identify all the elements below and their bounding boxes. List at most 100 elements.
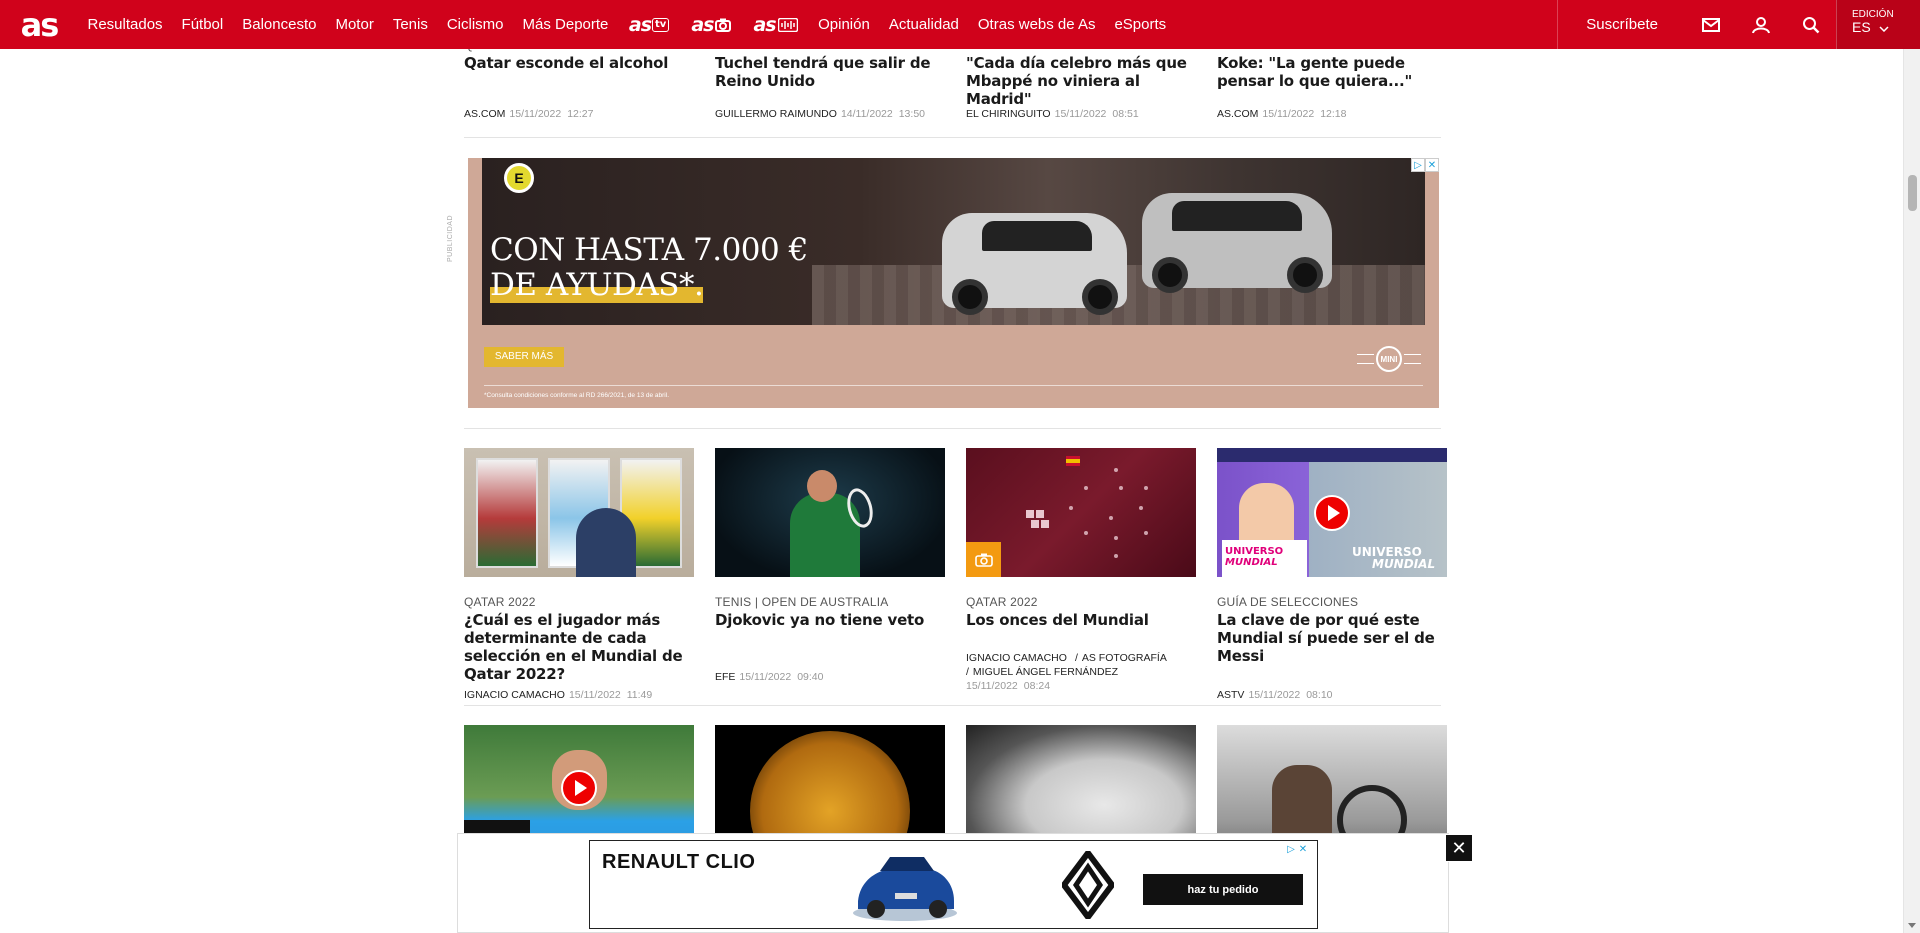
order-button[interactable]: haz tu pedido <box>1143 874 1303 905</box>
news-card[interactable]: SELECCIÓN Koke: "La gente puede pensar l… <box>1217 38 1447 124</box>
news-card[interactable]: UNIVERSO MUNDIAL UNIVERSO MUNDIAL GUÍA DE … <box>1217 448 1447 701</box>
sticky-ad: RENAULT CLIO haz tu pedido ▷ ✕ ✕ <box>457 833 1473 933</box>
as-photo-logo[interactable]: as <box>680 14 742 36</box>
card-author[interactable]: GUILLERMO RAIMUNDO <box>715 108 837 120</box>
card-title[interactable]: ¿Cuál es el jugador más determinante de … <box>464 611 694 683</box>
ad-info-icon[interactable]: ▷ <box>1285 843 1297 855</box>
news-card[interactable]: RONCERO "Cada día celebro más que Mbappé… <box>966 38 1196 124</box>
news-card[interactable]: TENIS | OPEN DE AUSTRALIA Djokovic ya no… <box>715 448 945 688</box>
ad-car-wheel <box>952 279 988 315</box>
play-icon[interactable] <box>1314 495 1350 531</box>
play-icon[interactable] <box>561 770 597 806</box>
ad-label: PUBLICIDAD <box>447 214 454 262</box>
card-author[interactable]: EFE <box>715 671 735 683</box>
card-thumbnail[interactable] <box>715 448 945 577</box>
card-title[interactable]: Qatar esconde el alcohol <box>464 54 668 72</box>
ad-info-icon[interactable]: ▷ <box>1411 158 1425 172</box>
author-separator: / <box>1074 652 1078 664</box>
ad-car-back <box>1142 193 1332 293</box>
news-card[interactable]: QATAR 2022 Qatar esconde el alcohol AS.C… <box>464 38 694 124</box>
card-author[interactable]: ASTV <box>1217 689 1244 701</box>
nav-item-futbol[interactable]: Fútbol <box>172 16 233 33</box>
camera-icon <box>715 18 732 32</box>
card-thumbnail[interactable] <box>966 448 1196 577</box>
card-author[interactable]: IGNACIO CAMACHO <box>966 652 1067 664</box>
mini-logo-badge: MINI <box>1376 346 1402 372</box>
ad-choices[interactable]: ▷ ✕ <box>1285 843 1309 855</box>
as-logo[interactable]: as <box>0 0 78 49</box>
card-meta: EL CHIRINGUITO 15/11/2022 08:51 <box>966 108 1139 120</box>
card-time: 08:51 <box>1112 108 1139 120</box>
ad-divider <box>484 385 1423 386</box>
card-author[interactable]: IGNACIO CAMACHO <box>464 689 565 701</box>
ad-choices[interactable]: ▷ ✕ <box>1411 158 1439 172</box>
astv-logo-text: as <box>628 13 652 36</box>
edition-selector[interactable]: EDICIÓN ES <box>1836 0 1920 49</box>
card-date: 15/11/2022 <box>509 108 562 120</box>
news-card[interactable]: INGLATERRA Tuchel tendrá que salir de Re… <box>715 38 945 124</box>
audio-wave-icon <box>777 17 798 32</box>
nav-item-esports[interactable]: eSports <box>1105 16 1176 33</box>
as-audio-logo[interactable]: as <box>742 14 808 36</box>
nav-item-actualidad[interactable]: Actualidad <box>879 16 968 33</box>
card-player-head <box>807 470 837 502</box>
search-icon[interactable] <box>1786 0 1836 49</box>
close-icon[interactable]: ✕ <box>1297 843 1309 855</box>
close-icon[interactable]: ✕ <box>1445 834 1473 862</box>
scroll-down-icon[interactable] <box>1908 923 1916 928</box>
card-date: 15/11/2022 <box>739 671 792 683</box>
card-title[interactable]: Los onces del Mundial <box>966 611 1196 629</box>
mail-icon[interactable] <box>1686 0 1736 49</box>
ev-badge-icon: E <box>504 163 534 193</box>
page-scrollbar[interactable] <box>1903 0 1920 933</box>
author-separator: / <box>966 666 969 678</box>
subscribe-button[interactable]: Suscríbete <box>1557 0 1686 49</box>
nav-item-motor[interactable]: Motor <box>326 16 383 33</box>
thumb-topbar <box>1217 448 1447 462</box>
renault-ad-title: RENAULT CLIO <box>602 851 756 873</box>
nav-item-tenis[interactable]: Tenis <box>383 16 437 33</box>
nav-item-baloncesto[interactable]: Baloncesto <box>233 16 326 33</box>
ad-car-window <box>1172 201 1302 231</box>
user-icon[interactable] <box>1736 0 1786 49</box>
mini-ad-banner[interactable]: E CON HASTA 7.000 € DE AYUDAS*. SABER MÁ… <box>468 158 1439 408</box>
nav-item-opinion[interactable]: Opinión <box>809 16 880 33</box>
news-card[interactable]: QATAR 2022 Los onces del Mundial IGNACIO… <box>966 448 1196 692</box>
card-author[interactable]: MIGUEL ÁNGEL FERNÁNDEZ <box>973 666 1118 678</box>
ad-cta-button[interactable]: SABER MÁS <box>484 347 564 367</box>
news-card[interactable]: QATAR 2022 ¿Cuál es el jugador más deter… <box>464 448 694 701</box>
nav-item-mas-deporte[interactable]: Más Deporte <box>513 16 618 33</box>
card-title[interactable]: Djokovic ya no tiene veto <box>715 611 945 629</box>
card-sticker <box>476 458 538 568</box>
card-author[interactable]: AS.COM <box>464 108 505 120</box>
ad-fine-print: *Consulta condiciones conforme al RD 266… <box>484 392 670 399</box>
nav-item-ciclismo[interactable]: Ciclismo <box>437 16 513 33</box>
card-author[interactable]: AS.COM <box>1217 108 1258 120</box>
thumb-logo-left-line2: MUNDIAL <box>1225 557 1278 568</box>
nav-item-otras-webs[interactable]: Otras webs de As <box>968 16 1105 33</box>
card-time: 08:24 <box>1023 680 1051 692</box>
top-navigation: as Resultados Fútbol Baloncesto Motor Te… <box>0 0 1920 49</box>
card-title[interactable]: Tuchel tendrá que salir de Reino Unido <box>715 54 945 90</box>
card-time: 12:27 <box>567 108 594 120</box>
card-author[interactable]: AS FOTOGRAFÍA <box>1082 652 1167 664</box>
nav-item-resultados[interactable]: Resultados <box>78 16 172 33</box>
ad-headline: CON HASTA 7.000 € DE AYUDAS*. <box>490 233 808 303</box>
thumb-logo-left: UNIVERSO MUNDIAL <box>1225 546 1283 568</box>
card-author[interactable]: EL CHIRINGUITO <box>966 108 1051 120</box>
nav-right: Suscríbete EDICIÓN ES <box>1557 0 1920 49</box>
renault-ad[interactable]: RENAULT CLIO haz tu pedido ▷ ✕ <box>589 840 1318 929</box>
card-title[interactable]: La clave de por qué este Mundial sí pued… <box>1217 611 1447 665</box>
card-title[interactable]: Koke: "La gente puede pensar lo que quie… <box>1217 54 1447 90</box>
ad-headline-line1: CON HASTA 7.000 € <box>490 232 808 268</box>
ad-headline-line2: DE AYUDAS*. <box>490 267 704 303</box>
scrollbar-thumb[interactable] <box>1908 175 1917 211</box>
renault-logo-icon <box>1062 851 1114 919</box>
camera-icon <box>966 542 1001 577</box>
card-thumbnail[interactable] <box>464 448 694 577</box>
close-icon[interactable]: ✕ <box>1425 158 1439 172</box>
astv-logo[interactable]: as tv <box>618 14 680 36</box>
card-thumbnail[interactable]: UNIVERSO MUNDIAL UNIVERSO MUNDIAL <box>1217 448 1447 577</box>
ad-car-wheel <box>1082 279 1118 315</box>
card-title[interactable]: "Cada día celebro más que Mbappé no vini… <box>966 54 1196 108</box>
